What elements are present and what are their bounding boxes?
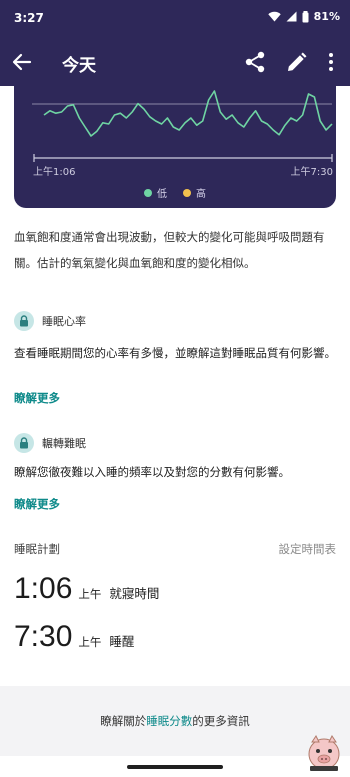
gesture-handle[interactable] [127, 765, 223, 769]
chart-series-group [43, 90, 333, 137]
chart-legend: 低 高 [14, 185, 336, 200]
bedtime-label: 就寢時間 [109, 586, 160, 601]
legend-high-label: 高 [196, 189, 206, 200]
footer-prefix: 瞭解關於 [100, 714, 147, 728]
section-sleep-heart-rate: 睡眠心率 [14, 311, 86, 331]
section-body: 瞭解您徹夜難以入睡的頻率以及對您的分數有何影響。 [14, 465, 290, 479]
footer-info: 瞭解關於睡眠分數的更多資訊 [0, 686, 350, 756]
battery-icon [302, 10, 309, 23]
legend-low-dot [144, 188, 152, 197]
status-time: 3:27 [14, 11, 44, 25]
footer-text: 瞭解關於睡眠分數的更多資訊 [0, 713, 350, 729]
arrow-left-icon [12, 53, 32, 71]
lock-icon [14, 311, 34, 331]
learn-more-link-restlessness[interactable]: 瞭解更多 [14, 496, 60, 512]
oxygen-description: 血氧飽和度通常會出現波動，但較大的變化可能與呼吸問題有關。估計的氧氣變化與血氧飽… [14, 230, 325, 270]
sleep-score-link[interactable]: 睡眠分數 [146, 714, 192, 728]
wake-value: 7:30 [14, 620, 73, 653]
battery-percent: 81% [313, 10, 340, 23]
status-bar: 3:27 81% [0, 0, 350, 38]
wake-ampm: 上午 [78, 635, 102, 649]
signal-icon [286, 11, 297, 22]
bedtime-ampm: 上午 [78, 587, 102, 601]
edit-button[interactable] [285, 50, 307, 74]
legend-low-label: 低 [157, 189, 167, 200]
more-options-button[interactable] [324, 50, 338, 74]
bedtime-value: 1:06 [14, 572, 73, 605]
more-vertical-icon [329, 53, 333, 71]
pig-mascot-watermark [308, 735, 340, 771]
legend-high: 高 [183, 185, 206, 200]
set-schedule-link[interactable]: 設定時間表 [279, 541, 337, 557]
oxygen-variation-chart: 上午1:06 上午7:30 低 高 [14, 86, 336, 208]
navigation-bar [0, 756, 350, 777]
sleep-plan-title: 睡眠計劃 [14, 542, 60, 556]
section-title: 睡眠心率 [42, 315, 86, 328]
lock-icon [14, 433, 34, 453]
page-title: 今天 [62, 56, 96, 76]
legend-low: 低 [144, 185, 167, 200]
series-line [43, 90, 333, 137]
share-button[interactable] [244, 50, 266, 74]
share-icon [245, 51, 265, 73]
legend-high-dot [183, 188, 191, 197]
back-button[interactable] [10, 50, 34, 74]
learn-more-link-heart-rate[interactable]: 瞭解更多 [14, 390, 60, 406]
wake-row: 7:30 上午 睡醒 [14, 620, 134, 654]
wifi-icon [267, 11, 281, 22]
x-start-label: 上午1:06 [33, 165, 75, 178]
section-title: 輾轉難眠 [42, 437, 86, 450]
section-restlessness: 輾轉難眠 [14, 433, 86, 453]
status-icons: 81% [267, 10, 340, 23]
app-bar: 今天 [0, 38, 350, 86]
wake-label: 睡醒 [109, 634, 135, 649]
footer-suffix: 的更多資訊 [192, 714, 250, 728]
pencil-icon [288, 52, 307, 71]
section-body: 查看睡眠期間您的心率有多慢，並瞭解這對睡眠品質有何影響。 [14, 346, 336, 360]
x-end-label: 上午7:30 [291, 165, 333, 178]
bedtime-row: 1:06 上午 就寢時間 [14, 572, 159, 606]
